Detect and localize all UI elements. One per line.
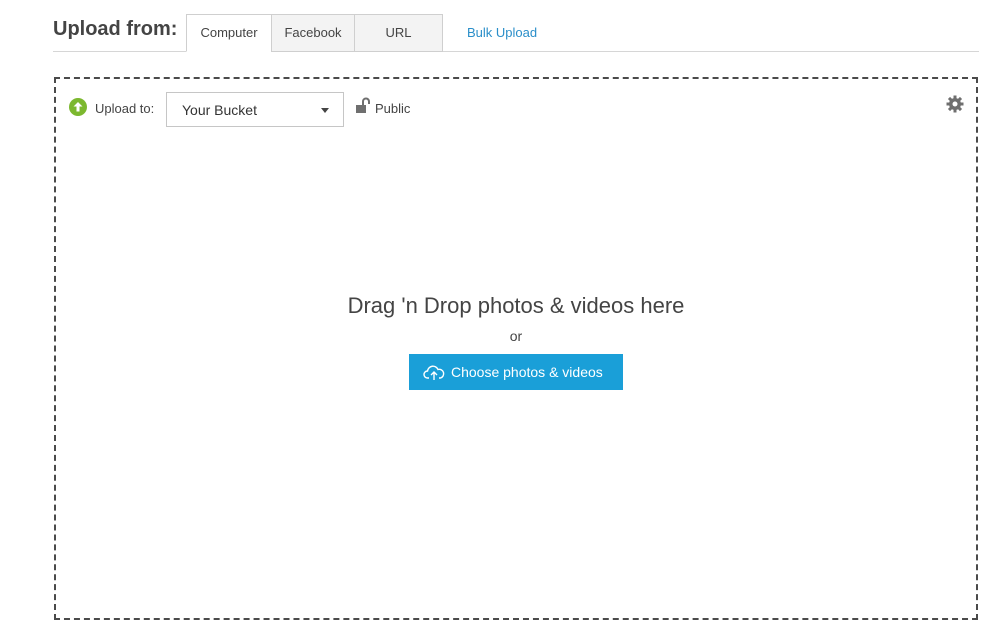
upload-to-label: Upload to:: [95, 101, 155, 116]
upload-source-header: Upload from: Computer Facebook URL Bulk …: [53, 14, 979, 52]
gear-icon[interactable]: [946, 95, 964, 113]
privacy-label: Public: [375, 101, 411, 116]
choose-files-label: Choose photos & videos: [451, 364, 603, 380]
tab-computer[interactable]: Computer: [186, 14, 272, 52]
tab-url[interactable]: URL: [354, 14, 443, 52]
bulk-upload-link[interactable]: Bulk Upload: [467, 25, 537, 40]
upload-arrow-circle-icon: [69, 98, 87, 116]
page-title: Upload from:: [53, 18, 178, 40]
drop-zone[interactable]: Upload to: Your Bucket Public Drag 'n Dr…: [54, 77, 978, 620]
drop-zone-or: or: [509, 328, 523, 344]
upload-page: Upload from: Computer Facebook URL Bulk …: [0, 0, 1005, 636]
bucket-select[interactable]: Your Bucket: [166, 92, 344, 127]
tab-facebook[interactable]: Facebook: [271, 14, 355, 52]
unlock-icon: [356, 97, 370, 113]
choose-files-button[interactable]: Choose photos & videos: [409, 354, 623, 390]
chevron-down-icon: [321, 108, 329, 113]
drop-zone-title: Drag 'n Drop photos & videos here: [347, 293, 685, 318]
cloud-upload-icon: [423, 365, 445, 380]
bucket-select-value: Your Bucket: [182, 102, 257, 118]
